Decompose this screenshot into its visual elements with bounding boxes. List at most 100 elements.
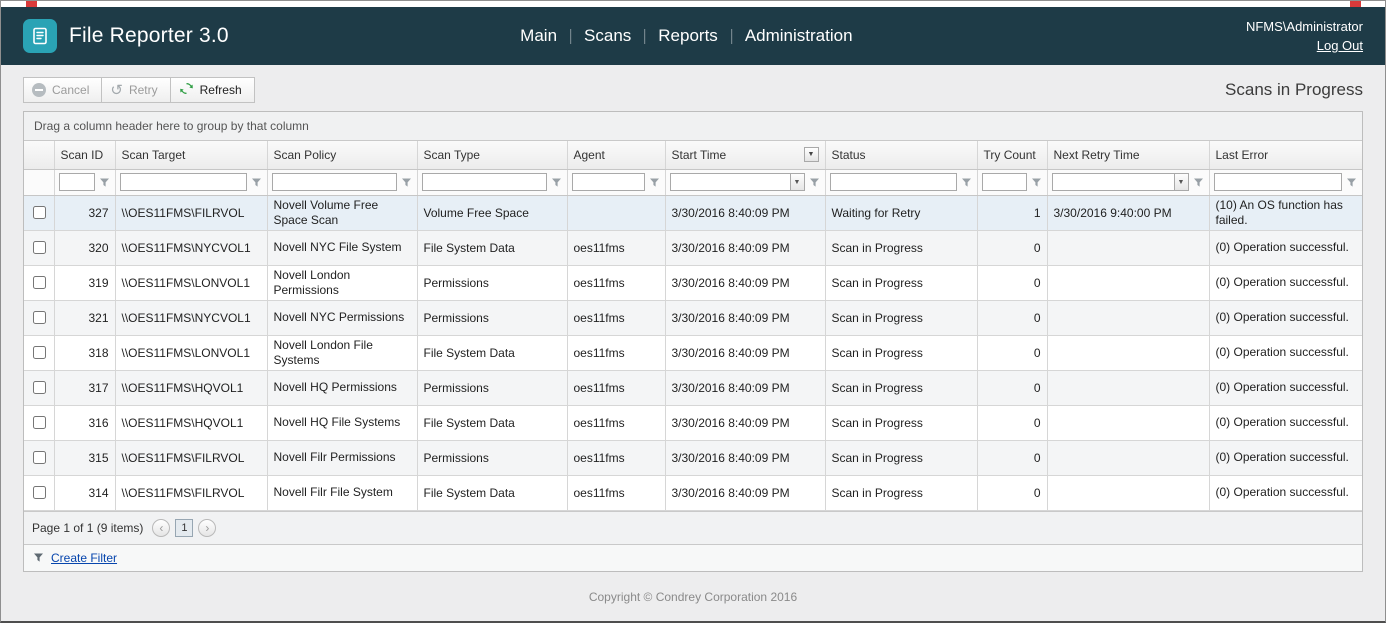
try-count-cell: 0 <box>977 335 1047 370</box>
scan-target-cell: \\OES11FMS\NYCVOL1 <box>115 300 267 335</box>
next-retry-time-cell: 3/30/2016 9:40:00 PM <box>1047 195 1209 230</box>
next-retry-time-cell <box>1047 440 1209 475</box>
filter-last-error-input[interactable] <box>1214 173 1343 191</box>
table-row[interactable]: 321 \\OES11FMS\NYCVOL1 Novell NYC Permis… <box>24 300 1362 335</box>
main-nav: Main Scans Reports Administration <box>520 26 852 46</box>
column-header-try-count[interactable]: Try Count <box>977 141 1047 169</box>
column-header-scan-type[interactable]: Scan Type <box>417 141 567 169</box>
row-checkbox[interactable] <box>33 416 46 429</box>
cancel-button[interactable]: Cancel <box>23 77 102 103</box>
status-cell: Scan in Progress <box>825 300 977 335</box>
page-number-button[interactable]: 1 <box>175 519 193 537</box>
create-filter-link[interactable]: Create Filter <box>51 551 117 565</box>
last-error-cell: (0) Operation successful. <box>1209 230 1362 265</box>
filter-funnel-icon[interactable] <box>1192 175 1205 189</box>
column-header-next-retry-time[interactable]: Next Retry Time <box>1047 141 1209 169</box>
filter-funnel-icon[interactable] <box>1345 175 1358 189</box>
filter-funnel-icon[interactable] <box>1030 175 1043 189</box>
next-retry-time-cell <box>1047 300 1209 335</box>
filter-funnel-icon[interactable] <box>808 175 821 189</box>
row-select-cell <box>24 300 54 335</box>
table-row[interactable]: 316 \\OES11FMS\HQVOL1 Novell HQ File Sys… <box>24 405 1362 440</box>
row-checkbox[interactable] <box>33 241 46 254</box>
try-count-cell: 0 <box>977 300 1047 335</box>
agent-cell: oes11fms <box>567 440 665 475</box>
row-checkbox[interactable] <box>33 486 46 499</box>
filter-start-time-input[interactable] <box>670 173 790 191</box>
user-area: NFMS\Administrator Log Out <box>1246 17 1363 56</box>
filter-funnel-icon[interactable] <box>400 175 413 189</box>
nav-administration[interactable]: Administration <box>745 26 853 46</box>
column-header-scan-target[interactable]: Scan Target <box>115 141 267 169</box>
scan-policy-cell: Novell London File Systems <box>267 335 417 370</box>
filter-next-retry-dropdown-icon[interactable]: ▼ <box>1174 173 1189 191</box>
filter-funnel-icon[interactable] <box>960 175 973 189</box>
table-row[interactable]: 320 \\OES11FMS\NYCVOL1 Novell NYC File S… <box>24 230 1362 265</box>
start-time-filter-dropdown-icon[interactable]: ▼ <box>804 147 819 162</box>
filter-funnel-icon[interactable] <box>98 175 111 189</box>
column-header-status[interactable]: Status <box>825 141 977 169</box>
scans-grid-panel: Drag a column header here to group by th… <box>23 111 1363 572</box>
table-row[interactable]: 318 \\OES11FMS\LONVOL1 Novell London Fil… <box>24 335 1362 370</box>
column-header-agent[interactable]: Agent <box>567 141 665 169</box>
app-window: File Reporter 3.0 Main Scans Reports Adm… <box>0 0 1386 623</box>
table-row[interactable]: 315 \\OES11FMS\FILRVOL Novell Filr Permi… <box>24 440 1362 475</box>
filter-next-retry-input[interactable] <box>1052 173 1174 191</box>
group-by-drop-zone[interactable]: Drag a column header here to group by th… <box>24 112 1362 141</box>
nav-scans[interactable]: Scans <box>584 26 631 46</box>
row-checkbox[interactable] <box>33 206 46 219</box>
nav-main[interactable]: Main <box>520 26 557 46</box>
column-header-scan-policy[interactable]: Scan Policy <box>267 141 417 169</box>
scan-id-cell: 317 <box>54 370 115 405</box>
column-header-last-error[interactable]: Last Error <box>1209 141 1362 169</box>
nav-reports[interactable]: Reports <box>658 26 718 46</box>
next-retry-time-cell <box>1047 230 1209 265</box>
row-checkbox[interactable] <box>33 381 46 394</box>
scan-policy-cell: Novell NYC File System <box>267 230 417 265</box>
next-retry-time-cell <box>1047 475 1209 510</box>
table-row[interactable]: 317 \\OES11FMS\HQVOL1 Novell HQ Permissi… <box>24 370 1362 405</box>
filter-scan-policy-input[interactable] <box>272 173 397 191</box>
filter-scan-type-input[interactable] <box>422 173 547 191</box>
scan-id-cell: 320 <box>54 230 115 265</box>
filter-status-input[interactable] <box>830 173 957 191</box>
start-time-cell: 3/30/2016 8:40:09 PM <box>665 265 825 300</box>
filter-cell-scan-policy <box>267 169 417 195</box>
toolbar: Cancel ↺ Retry Refresh <box>23 72 1363 111</box>
scan-id-cell: 327 <box>54 195 115 230</box>
filter-agent-input[interactable] <box>572 173 645 191</box>
table-row[interactable]: 314 \\OES11FMS\FILRVOL Novell Filr File … <box>24 475 1362 510</box>
agent-cell: oes11fms <box>567 230 665 265</box>
retry-button[interactable]: ↺ Retry <box>101 77 170 103</box>
filter-funnel-icon[interactable] <box>550 175 563 189</box>
refresh-icon <box>179 81 194 99</box>
filter-scan-id-input[interactable] <box>59 173 95 191</box>
scan-type-cell: Permissions <box>417 370 567 405</box>
row-select-cell <box>24 230 54 265</box>
start-time-cell: 3/30/2016 8:40:09 PM <box>665 370 825 405</box>
row-checkbox[interactable] <box>33 311 46 324</box>
filter-scan-target-input[interactable] <box>120 173 247 191</box>
filter-cell-status <box>825 169 977 195</box>
filter-cell-scan-type <box>417 169 567 195</box>
row-checkbox[interactable] <box>33 346 46 359</box>
table-row[interactable]: 327 \\OES11FMS\FILRVOL Novell Volume Fre… <box>24 195 1362 230</box>
refresh-button[interactable]: Refresh <box>170 77 255 103</box>
scan-policy-cell: Novell London Permissions <box>267 265 417 300</box>
row-checkbox[interactable] <box>33 276 46 289</box>
filter-start-time-dropdown-icon[interactable]: ▼ <box>790 173 805 191</box>
table-row[interactable]: 319 \\OES11FMS\LONVOL1 Novell London Per… <box>24 265 1362 300</box>
cancel-icon <box>32 83 46 97</box>
row-checkbox[interactable] <box>33 451 46 464</box>
create-filter-funnel-icon <box>32 551 45 565</box>
column-header-start-time[interactable]: Start Time ▼ <box>665 141 825 169</box>
scan-type-cell: Permissions <box>417 440 567 475</box>
column-header-scan-id[interactable]: Scan ID <box>54 141 115 169</box>
filter-funnel-icon[interactable] <box>648 175 661 189</box>
agent-cell: oes11fms <box>567 475 665 510</box>
filter-try-count-input[interactable] <box>982 173 1027 191</box>
logout-link[interactable]: Log Out <box>1317 38 1363 53</box>
previous-page-button[interactable]: ‹ <box>152 519 170 537</box>
next-page-button[interactable]: › <box>198 519 216 537</box>
filter-funnel-icon[interactable] <box>250 175 263 189</box>
